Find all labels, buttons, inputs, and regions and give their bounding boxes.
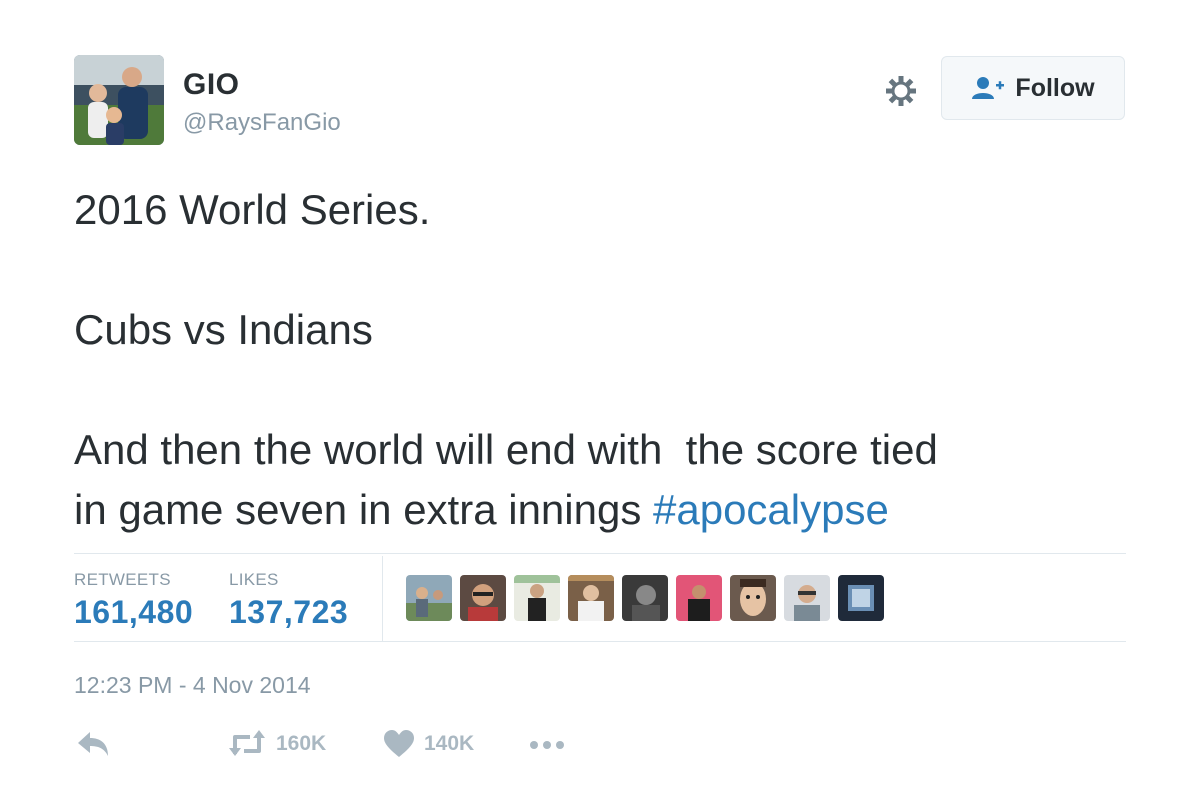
tweet-line: And then the world will end with the sco… bbox=[74, 426, 938, 473]
retweet-button[interactable]: 160K bbox=[228, 730, 326, 758]
liker-avatar[interactable] bbox=[460, 575, 506, 621]
liker-avatar[interactable] bbox=[406, 575, 452, 621]
liker-avatar[interactable] bbox=[784, 575, 830, 621]
reply-icon bbox=[78, 732, 108, 756]
tweet-timestamp[interactable]: 12:23 PM - 4 Nov 2014 bbox=[74, 672, 311, 699]
liker-avatar[interactable] bbox=[676, 575, 722, 621]
avatar[interactable] bbox=[74, 55, 164, 145]
tweet-line: 2016 World Series. bbox=[74, 186, 431, 233]
more-icon bbox=[530, 741, 564, 749]
tweet-line: in game seven in extra innings bbox=[74, 486, 653, 533]
user-handle[interactable]: @RaysFanGio bbox=[183, 109, 341, 137]
gear-icon[interactable] bbox=[882, 72, 920, 110]
avatar-photo bbox=[74, 55, 164, 145]
retweet-count: 160K bbox=[276, 732, 327, 755]
follow-person-icon bbox=[972, 77, 1005, 99]
stats-divider bbox=[382, 556, 383, 642]
like-count: 140K bbox=[424, 732, 475, 755]
follow-button[interactable]: Follow bbox=[941, 56, 1125, 120]
more-button[interactable] bbox=[528, 730, 566, 760]
liker-avatar[interactable] bbox=[514, 575, 560, 621]
liker-avatar[interactable] bbox=[568, 575, 614, 621]
tweet-card: GIO @RaysFanGio Follow 2016 World Series… bbox=[0, 0, 1200, 803]
tweet-text: 2016 World Series. Cubs vs Indians And t… bbox=[74, 180, 1134, 540]
likes-label: LIKES bbox=[229, 570, 279, 589]
retweet-icon bbox=[229, 730, 265, 756]
hashtag-link[interactable]: #apocalypse bbox=[653, 486, 889, 533]
retweets-count[interactable]: 161,480 bbox=[74, 594, 193, 631]
heart-icon bbox=[384, 730, 414, 757]
follow-label: Follow bbox=[1015, 73, 1095, 102]
tweet-line: Cubs vs Indians bbox=[74, 306, 373, 353]
like-button[interactable]: 140K bbox=[384, 730, 474, 758]
liker-avatar[interactable] bbox=[838, 575, 884, 621]
liker-avatar[interactable] bbox=[730, 575, 776, 621]
liker-avatars bbox=[406, 575, 884, 621]
display-name[interactable]: GIO bbox=[183, 68, 240, 102]
retweets-label: RETWEETS bbox=[74, 570, 171, 589]
tweet-line-last: in game seven in extra innings #apocalyp… bbox=[74, 480, 1134, 540]
divider bbox=[74, 553, 1126, 554]
divider bbox=[74, 641, 1126, 642]
liker-avatar[interactable] bbox=[622, 575, 668, 621]
reply-button[interactable] bbox=[76, 730, 110, 760]
likes-count[interactable]: 137,723 bbox=[229, 594, 348, 631]
